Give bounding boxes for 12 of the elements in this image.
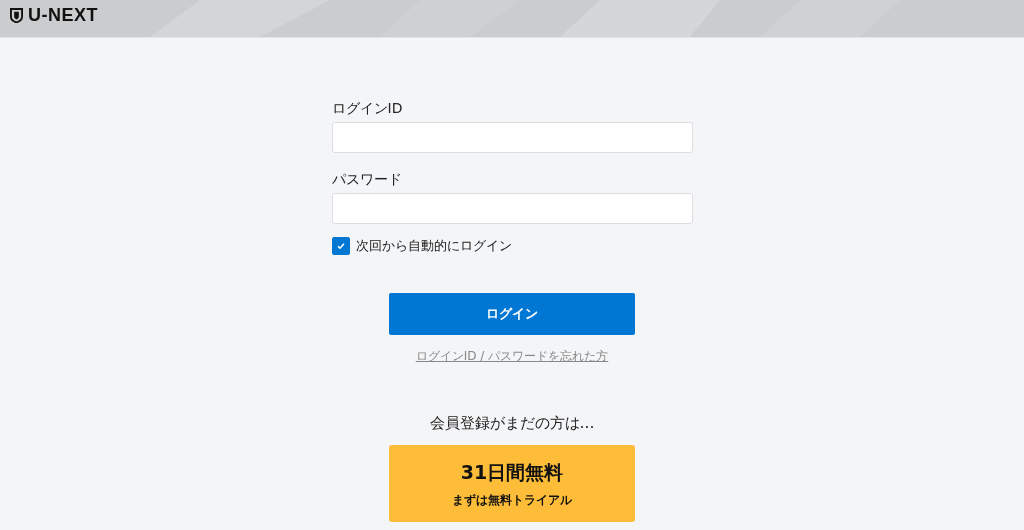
input-field[interactable] xyxy=(331,122,693,153)
signup-prompt: 会員登録がまだの方は… xyxy=(429,414,595,433)
field-label: ログインID xyxy=(331,99,404,117)
shield-icon xyxy=(10,8,23,23)
check-icon xyxy=(335,241,346,251)
field-label: パスワード xyxy=(331,170,403,188)
login-button[interactable]: ログイン xyxy=(389,293,635,335)
input-field[interactable] xyxy=(331,193,693,224)
checkbox[interactable] xyxy=(331,237,350,255)
trial-button[interactable]: 31日間無料 まずは無料トライアル xyxy=(389,445,635,522)
checkbox-label[interactable]: 次回から自動的にログイン xyxy=(355,237,512,255)
logo-text[interactable]: U-NEXT xyxy=(28,5,98,26)
